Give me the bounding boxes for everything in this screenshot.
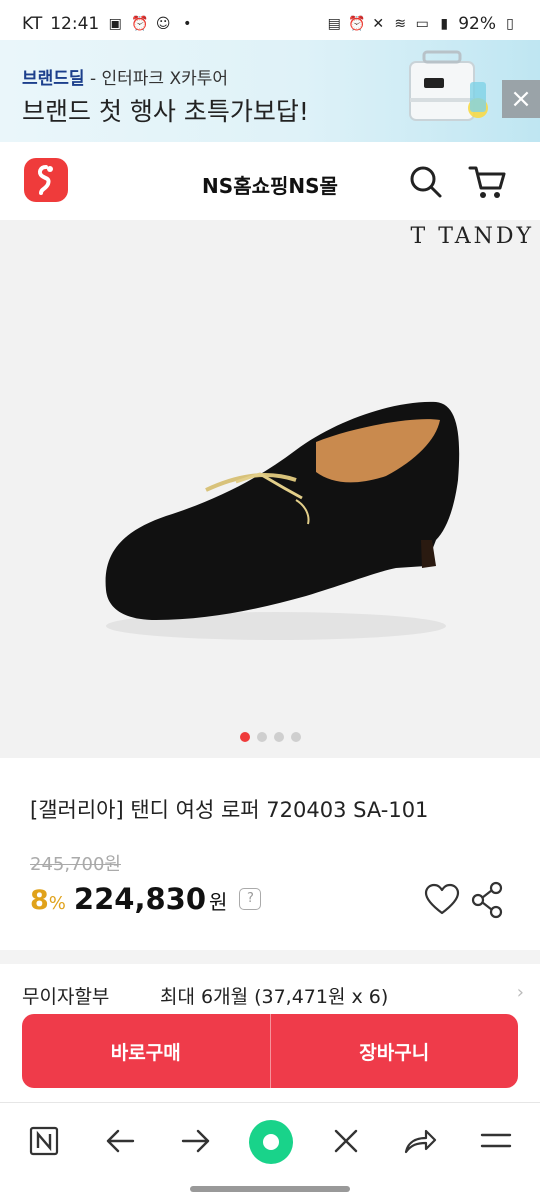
people-icon: ☺: [155, 16, 171, 32]
mute-icon: ✕: [372, 16, 385, 32]
back-button[interactable]: [98, 1119, 142, 1163]
back-arrow-icon: [106, 1129, 135, 1153]
brand-mark: T TANDY: [411, 224, 534, 249]
signal-icon: ▮: [440, 16, 449, 32]
original-price: 245,700원: [30, 854, 121, 875]
price-row: 8 % 224,830 원 ?: [30, 882, 262, 916]
chevron-right-icon: ›: [516, 982, 524, 1003]
ad-banner[interactable]: 브랜드딜 - 인터파크 X카투어 브랜드 첫 행사 초특가보답! ×: [0, 40, 540, 142]
share-page-button[interactable]: [398, 1119, 442, 1163]
tandy-logo-glyph: T: [410, 224, 429, 249]
alarm-icon: ⏰: [348, 16, 366, 32]
cart-icon: [468, 166, 506, 198]
close-icon: [334, 1129, 358, 1153]
loafer-shoe-image: [105, 401, 460, 640]
banner-brand-name: 브랜드딜: [22, 69, 85, 89]
installment-value: 최대 6개월 (37,471원 x 6): [160, 986, 389, 1008]
discount-rate: 8: [30, 885, 49, 916]
banner-brand: 브랜드딜 - 인터파크 X카투어: [22, 64, 228, 89]
discount-unit: %: [48, 893, 66, 914]
battery-icon: ▯: [506, 16, 514, 32]
close-tab-button[interactable]: [324, 1119, 368, 1163]
price-help-icon[interactable]: ?: [239, 888, 262, 910]
home-indicator[interactable]: [190, 1186, 350, 1192]
brand-mark-text: TANDY: [438, 224, 534, 249]
close-icon: ×: [510, 84, 532, 114]
n-home-icon: [29, 1126, 59, 1156]
add-to-cart-button[interactable]: 장바구니: [271, 1014, 519, 1088]
search-button[interactable]: [404, 160, 446, 202]
forward-button[interactable]: [174, 1119, 218, 1163]
hd-icon: ▭: [415, 16, 429, 32]
carousel-dot[interactable]: [290, 732, 301, 742]
alarm-icon: ⏰: [131, 16, 149, 32]
clock: 12:41: [50, 14, 100, 34]
green-dot-icon: [249, 1120, 293, 1164]
naver-home-button[interactable]: [22, 1119, 66, 1163]
header-title: NS홈쇼핑NS몰: [202, 174, 338, 198]
menu-icon: [480, 1133, 512, 1148]
price-unit: 원: [209, 890, 228, 914]
banner-close-button[interactable]: ×: [502, 80, 540, 118]
installment-row[interactable]: 무이자할부 최대 6개월 (37,471원 x 6) ›: [0, 964, 540, 1014]
buy-now-button[interactable]: 바로구매: [22, 1014, 270, 1088]
banner-headline: 브랜드 첫 행사 초특가보답!: [22, 97, 309, 126]
lock-icon: ▤: [327, 16, 341, 32]
installment-label: 무이자할부: [22, 986, 110, 1008]
wifi-icon: ≋: [394, 16, 407, 32]
forward-arrow-icon: [181, 1129, 210, 1153]
green-dot-button[interactable]: [248, 1119, 294, 1165]
gallery-icon: ▣: [108, 16, 122, 32]
cooler-image: [409, 50, 488, 121]
battery-percent: 92%: [458, 14, 496, 34]
dot-icon: •: [183, 16, 192, 32]
share-button[interactable]: [468, 880, 508, 920]
product-image-carousel[interactable]: T TANDY: [0, 220, 540, 758]
carousel-indicator[interactable]: [0, 732, 540, 742]
cart-button[interactable]: [466, 160, 508, 202]
menu-button[interactable]: [474, 1119, 518, 1163]
section-divider: [0, 950, 540, 964]
share-icon: [471, 881, 503, 919]
wishlist-button[interactable]: [422, 880, 462, 920]
banner-brand-sub: - 인터파크 X카투어: [84, 69, 229, 89]
product-info: [갤러리아] 탠디 여성 로퍼 720403 SA-101 245,700원 8…: [0, 758, 540, 950]
carousel-dot[interactable]: [239, 732, 250, 742]
app-header: NS홈쇼핑NS몰: [0, 142, 540, 220]
carrier-label: KT: [22, 14, 43, 34]
heart-icon: [424, 883, 460, 915]
carousel-dot[interactable]: [256, 732, 267, 742]
share-arrow-icon: [404, 1129, 437, 1154]
carousel-dot[interactable]: [273, 732, 284, 742]
search-icon: [410, 166, 442, 198]
purchase-bar: 바로구매 장바구니: [22, 1014, 518, 1088]
product-name: [갤러리아] 탠디 여성 로퍼 720403 SA-101: [30, 798, 429, 822]
sale-price: 224,830: [73, 882, 206, 916]
